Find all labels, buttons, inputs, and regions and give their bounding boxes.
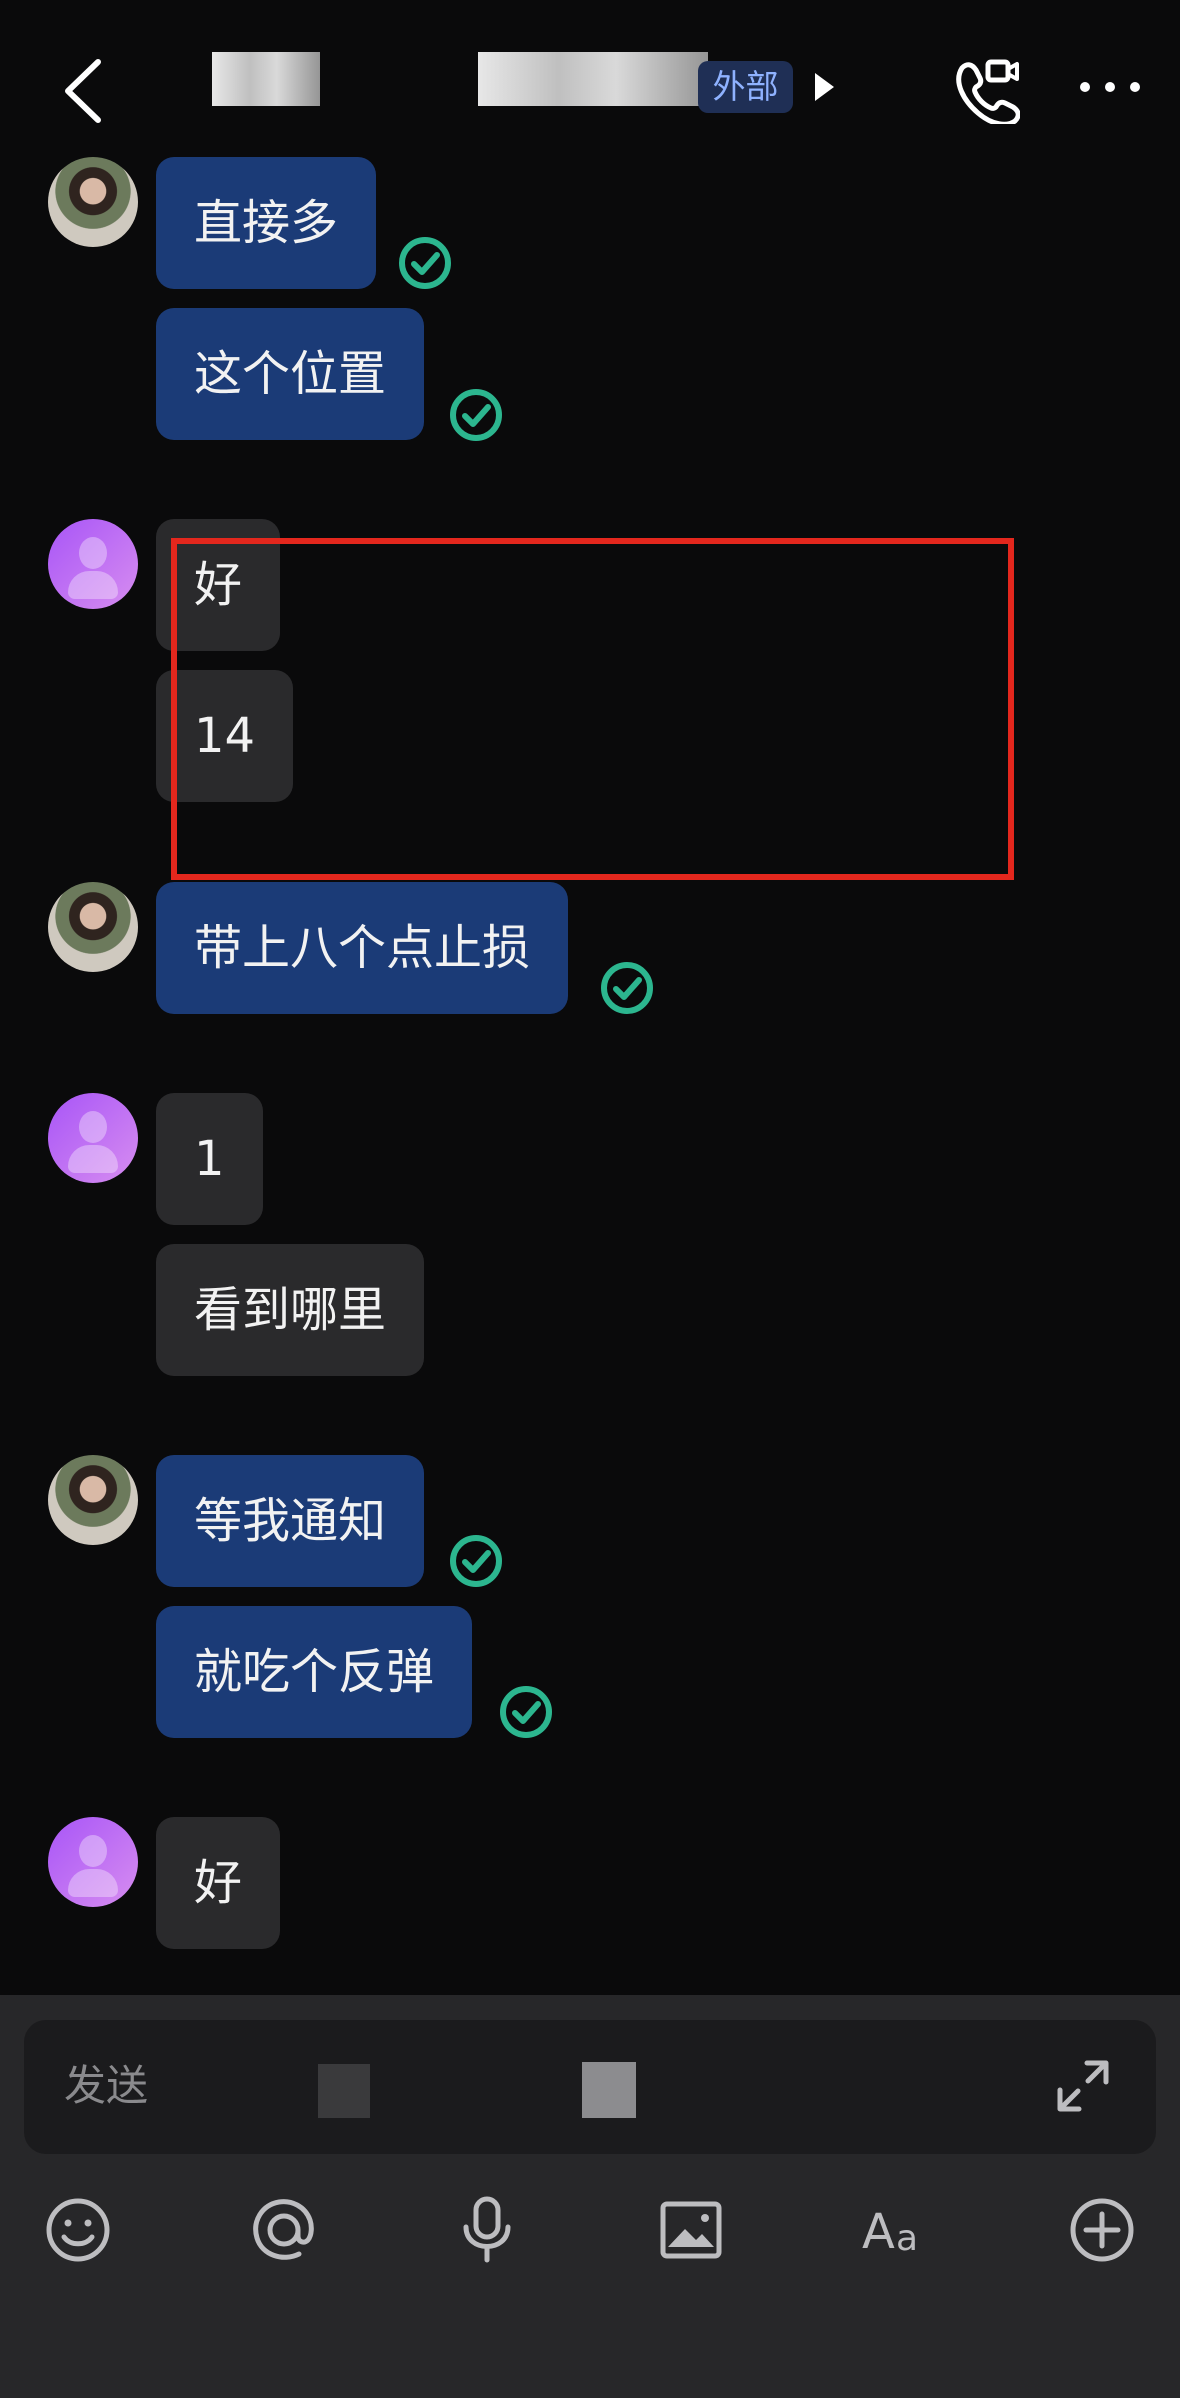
avatar-contact[interactable] <box>48 519 138 609</box>
svg-text:a: a <box>896 2218 918 2259</box>
message-bubble-sent[interactable]: 等我通知 <box>156 1455 425 1587</box>
microphone-icon[interactable] <box>447 2190 527 2270</box>
check-circle-icon <box>399 237 451 289</box>
check-circle-icon <box>450 1535 502 1587</box>
placeholder-redaction <box>150 2050 160 2120</box>
message-bubble-received[interactable]: 好 <box>156 1817 281 1949</box>
expand-icon[interactable] <box>1052 2055 1114 2117</box>
message-bubble-received[interactable]: 看到哪里 <box>156 1244 425 1376</box>
message-bubble-sent[interactable]: 就吃个反弹 <box>156 1606 473 1738</box>
message-bubble-received[interactable]: 1 <box>156 1093 263 1225</box>
redaction-block <box>582 2062 636 2118</box>
message-bubble-sent[interactable]: 带上八个点止损 <box>156 882 569 1014</box>
red-highlight-box <box>171 538 1014 880</box>
redaction-block <box>318 2064 370 2118</box>
emoji-icon[interactable] <box>38 2190 118 2270</box>
check-circle-icon <box>601 962 653 1014</box>
at-icon[interactable] <box>244 2190 324 2270</box>
avatar-sender[interactable] <box>48 1455 138 1545</box>
message-bubble-sent[interactable]: 直接多 <box>156 157 377 289</box>
svg-text:A: A <box>862 2204 895 2260</box>
avatar-contact[interactable] <box>48 1817 138 1907</box>
message-bubble-sent[interactable]: 这个位置 <box>156 308 425 440</box>
chat-message-list[interactable]: 直接多 这个位置 好 14 带上八个点止损 1 看到哪里 等我通知 就吃个反弹 … <box>0 0 1180 1995</box>
avatar-contact[interactable] <box>48 1093 138 1183</box>
avatar-sender[interactable] <box>48 157 138 247</box>
input-placeholder: 发送 <box>64 2061 149 2110</box>
check-circle-icon <box>450 389 502 441</box>
plus-circle-icon[interactable] <box>1062 2190 1142 2270</box>
avatar-sender[interactable] <box>48 882 138 972</box>
image-icon[interactable] <box>651 2190 731 2270</box>
check-circle-icon <box>500 1686 552 1738</box>
text-format-icon[interactable]: A a <box>856 2190 936 2270</box>
